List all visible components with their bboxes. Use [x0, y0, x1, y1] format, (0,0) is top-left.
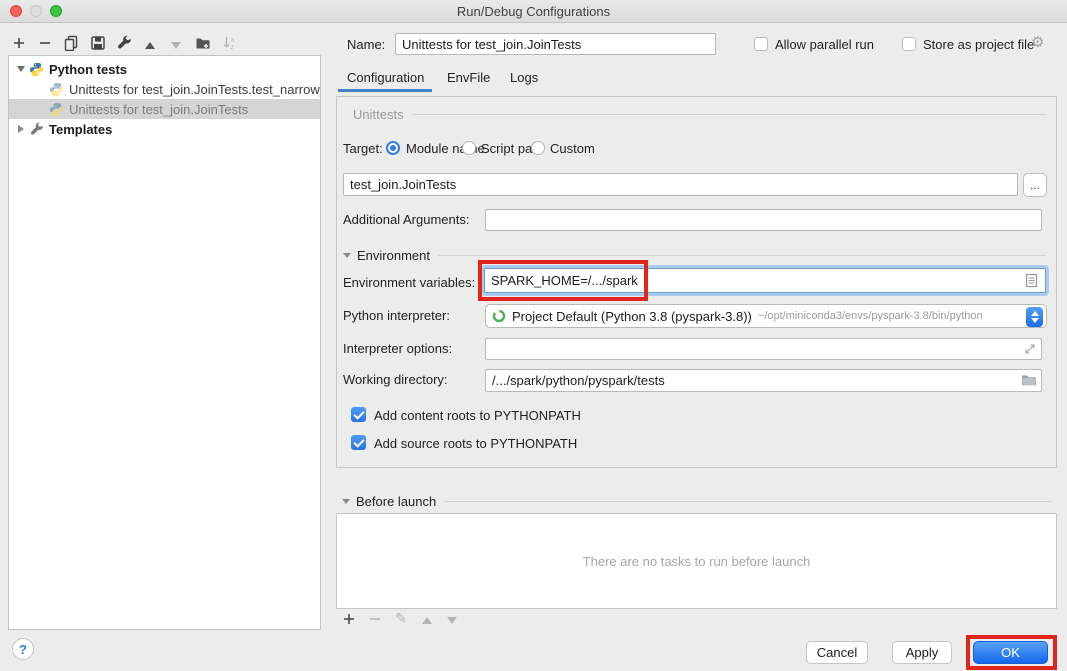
name-label: Name: [347, 37, 385, 52]
tree-item-templates[interactable]: Templates [9, 119, 320, 139]
target-custom-label[interactable]: Custom [550, 141, 595, 156]
gear-icon[interactable]: ⚙ [1031, 33, 1044, 51]
python-tests-icon [29, 62, 44, 77]
tree-item-label: Python tests [49, 62, 127, 77]
browse-button[interactable]: ... [1023, 173, 1047, 197]
active-tab-underline [338, 89, 432, 92]
target-module-value: test_join.JoinTests [350, 177, 456, 192]
ok-button[interactable]: OK [973, 641, 1048, 664]
before-launch-label: Before launch [356, 494, 436, 509]
expand-icon[interactable] [18, 125, 24, 133]
target-module-input[interactable]: test_join.JoinTests [343, 173, 1018, 196]
move-task-down-icon [443, 612, 461, 628]
python-interpreter-path: ~/opt/miniconda3/envs/pyspark-3.8/bin/py… [758, 310, 983, 322]
window-title: Run/Debug Configurations [0, 4, 1067, 19]
configurations-tree: Python tests Unittests for test_join.Joi… [8, 55, 321, 630]
environment-group-header[interactable]: Environment [343, 248, 1046, 263]
python-interpreter-select[interactable]: Project Default (Python 3.8 (pyspark-3.8… [485, 304, 1047, 328]
save-icon[interactable] [89, 34, 107, 52]
cancel-button[interactable]: Cancel [806, 641, 868, 664]
tab-logs[interactable]: Logs [510, 70, 538, 85]
add-content-roots-checkbox[interactable] [351, 407, 366, 422]
tab-envfile[interactable]: EnvFile [447, 70, 490, 85]
unittests-group-label: Unittests [353, 107, 404, 122]
templates-wrench-icon [29, 122, 44, 137]
working-directory-value: /.../spark/python/pyspark/tests [492, 373, 665, 388]
python-test-icon [49, 102, 64, 117]
tree-item-jointests-selected[interactable]: Unittests for test_join.JoinTests [9, 99, 320, 119]
sort-alphabetically-icon: az [221, 34, 239, 52]
tree-item-label: Unittests for test_join.JoinTests.test_n… [69, 82, 320, 97]
group-divider [444, 501, 1052, 502]
move-down-icon [167, 36, 185, 54]
allow-parallel-run-label[interactable]: Allow parallel run [775, 37, 874, 52]
target-script-path-radio[interactable] [462, 141, 476, 155]
tree-item-python-tests[interactable]: Python tests [9, 59, 320, 79]
remove-task-icon [366, 611, 384, 627]
target-custom-radio[interactable] [531, 141, 545, 155]
run-debug-configurations-dialog: Run/Debug Configurations az Python tests [0, 0, 1067, 671]
conda-environment-icon [492, 309, 506, 323]
allow-parallel-run-checkbox[interactable] [754, 37, 768, 51]
configuration-panel: Unittests Target: Module name Script pat… [336, 96, 1057, 468]
help-button[interactable]: ? [12, 638, 34, 660]
unittests-group-header: Unittests [353, 107, 1046, 122]
store-as-project-file-checkbox[interactable] [902, 37, 916, 51]
python-interpreter-value: Project Default (Python 3.8 (pyspark-3.8… [512, 309, 752, 324]
move-up-icon[interactable] [141, 36, 159, 54]
edit-task-icon: ✎ [392, 610, 410, 626]
collapse-icon[interactable] [342, 499, 350, 504]
edit-templates-icon[interactable] [115, 34, 133, 52]
name-input[interactable]: Unittests for test_join.JoinTests [395, 33, 716, 55]
before-launch-empty-text: There are no tasks to run before launch [583, 554, 811, 569]
collapse-icon[interactable] [17, 66, 25, 72]
interpreter-options-label: Interpreter options: [343, 341, 452, 356]
add-source-roots-label[interactable]: Add source roots to PYTHONPATH [374, 436, 577, 451]
before-launch-task-list[interactable]: There are no tasks to run before launch [336, 513, 1057, 609]
apply-button[interactable]: Apply [892, 641, 952, 664]
target-label: Target: [343, 141, 383, 156]
tree-item-label: Unittests for test_join.JoinTests [69, 102, 248, 117]
working-directory-input[interactable]: /.../spark/python/pyspark/tests [485, 369, 1042, 392]
working-directory-label: Working directory: [343, 372, 448, 387]
svg-text:a: a [231, 37, 235, 44]
additional-arguments-label: Additional Arguments: [343, 212, 469, 227]
tree-item-label: Templates [49, 122, 112, 137]
collapse-icon[interactable] [343, 253, 351, 258]
target-module-name-radio[interactable] [386, 141, 400, 155]
add-icon[interactable] [10, 34, 28, 52]
browse-env-vars-icon[interactable] [1025, 273, 1038, 288]
name-value: Unittests for test_join.JoinTests [402, 37, 581, 52]
new-folder-icon[interactable] [194, 34, 212, 52]
folder-icon[interactable] [1021, 373, 1037, 387]
add-source-roots-checkbox[interactable] [351, 435, 366, 450]
copy-icon[interactable] [62, 34, 80, 52]
move-task-up-icon [418, 612, 436, 628]
expand-field-icon[interactable] [1023, 342, 1037, 356]
store-as-project-file-label[interactable]: Store as project file [923, 37, 1034, 52]
environment-variables-label: Environment variables: [343, 275, 475, 290]
environment-group-label: Environment [357, 248, 430, 263]
svg-text:z: z [231, 44, 234, 51]
environment-variables-input[interactable]: SPARK_HOME=/.../spark [484, 268, 1046, 293]
additional-arguments-input[interactable] [485, 209, 1042, 231]
group-divider [412, 114, 1046, 115]
python-interpreter-label: Python interpreter: [343, 308, 450, 323]
add-content-roots-label[interactable]: Add content roots to PYTHONPATH [374, 408, 581, 423]
tree-item-test-narrow[interactable]: Unittests for test_join.JoinTests.test_n… [9, 79, 320, 99]
tab-configuration[interactable]: Configuration [347, 70, 424, 85]
remove-icon[interactable] [36, 34, 54, 52]
title-bar: Run/Debug Configurations [0, 0, 1067, 23]
environment-variables-value: SPARK_HOME=/.../spark [491, 273, 638, 288]
interpreter-options-input[interactable] [485, 338, 1042, 360]
before-launch-group-header[interactable]: Before launch [342, 494, 1052, 509]
select-spinner-icon[interactable] [1026, 307, 1043, 327]
add-task-icon[interactable] [340, 611, 358, 627]
group-divider [438, 255, 1046, 256]
python-test-icon [49, 82, 64, 97]
